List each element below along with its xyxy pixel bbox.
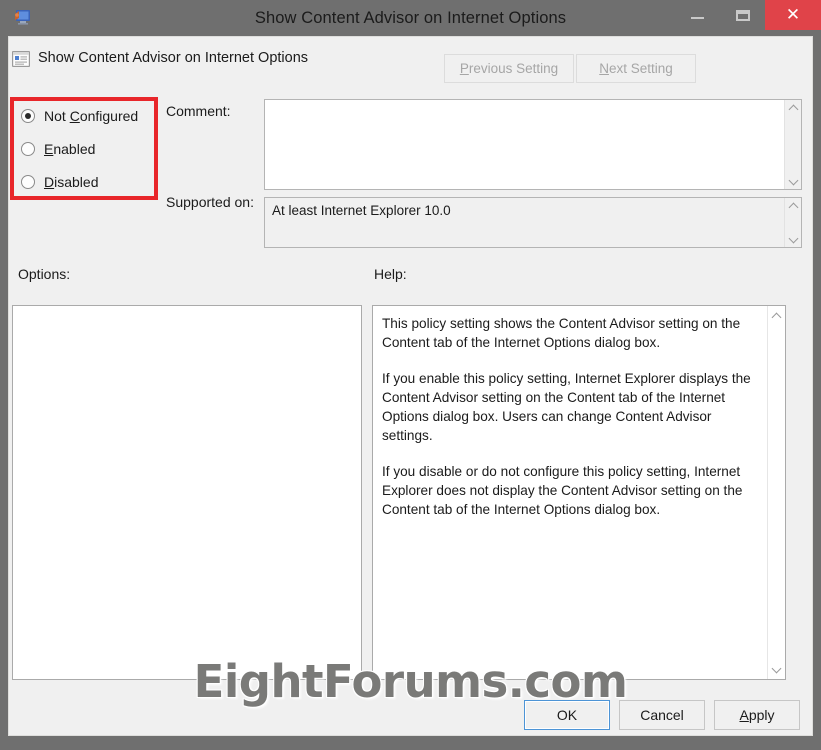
next-setting-label: Next Setting (599, 61, 673, 76)
chevron-up-icon[interactable] (772, 311, 781, 320)
window-controls: ✕ (675, 0, 821, 32)
chevron-down-icon[interactable] (772, 665, 781, 674)
options-label: Options: (18, 266, 71, 282)
next-setting-button[interactable]: Next Setting (576, 54, 696, 83)
cancel-button[interactable]: Cancel (619, 700, 705, 730)
options-panel[interactable] (12, 305, 362, 680)
radio-indicator-not-configured (21, 109, 35, 123)
help-label: Help: (374, 266, 407, 282)
radio-indicator-disabled (21, 175, 35, 189)
previous-setting-button[interactable]: Previous Setting (444, 54, 574, 83)
policy-setting-icon (12, 51, 30, 67)
help-paragraph: This policy setting shows the Content Ad… (382, 316, 741, 350)
close-icon: ✕ (785, 4, 801, 25)
previous-setting-label: Previous Setting (459, 61, 559, 76)
comment-textbox[interactable] (264, 99, 802, 190)
help-panel: This policy setting shows the Content Ad… (372, 305, 786, 680)
close-button[interactable]: ✕ (765, 0, 821, 30)
radio-not-configured[interactable]: Not Configured (21, 107, 138, 125)
radio-label-enabled: Enabled (44, 141, 96, 157)
comment-label: Comment: (166, 103, 231, 119)
comment-scrollbar[interactable] (784, 100, 801, 189)
dialog-window: Show Content Advisor on Internet Options… (0, 0, 821, 750)
maximize-button[interactable] (720, 0, 765, 30)
chevron-up-icon[interactable] (789, 201, 798, 210)
help-text: This policy setting shows the Content Ad… (373, 306, 767, 679)
help-paragraph: If you disable or do not configure this … (382, 464, 743, 517)
help-scrollbar[interactable] (767, 306, 785, 679)
minimize-icon (691, 17, 704, 19)
ok-button[interactable]: OK (524, 700, 610, 730)
supported-on-textbox: At least Internet Explorer 10.0 (264, 197, 802, 248)
radio-disabled[interactable]: Disabled (21, 173, 99, 191)
ok-button-label: OK (556, 707, 578, 723)
radio-label-disabled: Disabled (44, 174, 99, 190)
policy-setting-title: Show Content Advisor on Internet Options (38, 50, 309, 66)
radio-enabled[interactable]: Enabled (21, 140, 95, 158)
chevron-down-icon[interactable] (789, 235, 798, 244)
maximize-icon (735, 9, 750, 21)
cancel-button-label: Cancel (640, 707, 684, 723)
supported-on-label: Supported on: (166, 194, 254, 210)
supported-on-scrollbar[interactable] (784, 198, 801, 247)
chevron-down-icon[interactable] (789, 177, 798, 186)
help-paragraph: If you enable this policy setting, Inter… (382, 371, 751, 443)
minimize-button[interactable] (675, 0, 720, 30)
apply-button-label: Apply (739, 707, 775, 723)
options-content (13, 306, 361, 316)
supported-on-value: At least Internet Explorer 10.0 (272, 203, 451, 218)
chevron-up-icon[interactable] (789, 103, 798, 112)
apply-button[interactable]: Apply (714, 700, 800, 730)
radio-label-not-configured: Not Configured (44, 108, 139, 124)
title-bar: Show Content Advisor on Internet Options… (0, 0, 821, 36)
comment-input[interactable] (265, 100, 784, 189)
radio-indicator-enabled (21, 142, 35, 156)
